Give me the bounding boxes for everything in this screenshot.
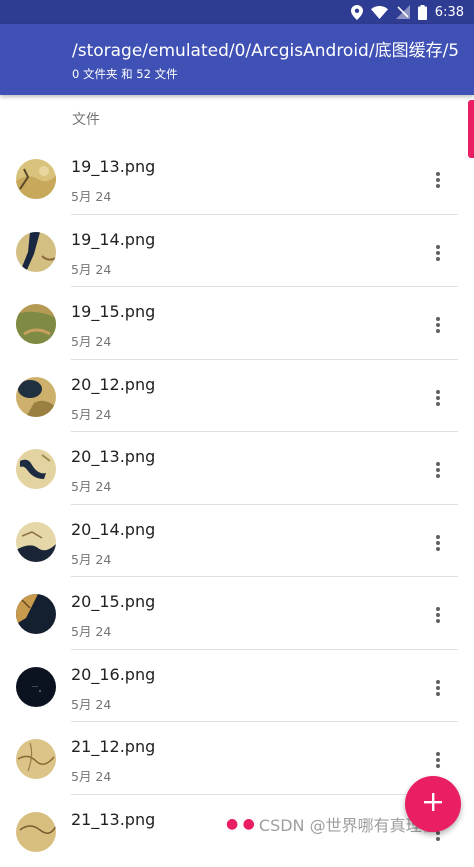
file-date: 5月 24	[71, 331, 111, 350]
file-date: 5月 24	[71, 186, 111, 205]
file-list-item[interactable]: 21_12.png 5月 24	[0, 722, 474, 795]
map-tile-thumbnail	[16, 594, 56, 634]
file-date: 5月 24	[71, 259, 111, 278]
file-date: 5月 24	[71, 549, 111, 568]
file-list-item[interactable]: 20_14.png 5月 24	[0, 505, 474, 578]
file-name: 21_13.png	[71, 810, 155, 829]
no-signal-icon	[396, 5, 410, 19]
file-name: 19_13.png	[71, 157, 155, 176]
more-vert-icon[interactable]	[424, 239, 452, 267]
more-vert-icon[interactable]	[424, 456, 452, 484]
file-list-item[interactable]: 20_12.png 5月 24	[0, 360, 474, 433]
current-path: /storage/emulated/0/ArcgisAndroid/底图缓存/5	[72, 36, 459, 61]
map-tile-thumbnail	[16, 232, 56, 272]
battery-icon	[418, 5, 427, 20]
more-vert-icon[interactable]	[424, 601, 452, 629]
file-name: 21_12.png	[71, 737, 155, 756]
more-vert-icon[interactable]	[424, 529, 452, 557]
file-list-item[interactable]: 20_16.png 5月 24	[0, 650, 474, 723]
file-list: 19_13.png 5月 24 19_14.png 5月 24 19_15.pn…	[0, 142, 474, 867]
file-date: 5月 24	[71, 621, 111, 640]
file-date: 5月 24	[71, 766, 111, 785]
more-vert-icon[interactable]	[424, 674, 452, 702]
status-bar: 6:38	[0, 0, 474, 24]
file-name: 20_16.png	[71, 665, 155, 684]
map-tile-thumbnail	[16, 739, 56, 779]
file-date: 5月 24	[71, 476, 111, 495]
file-name: 20_14.png	[71, 520, 155, 539]
location-icon	[351, 5, 363, 20]
folder-file-count: 0 文件夹 和 52 文件	[72, 66, 178, 82]
file-list-item[interactable]: 20_13.png 5月 24	[0, 432, 474, 505]
app-bar: /storage/emulated/0/ArcgisAndroid/底图缓存/5…	[0, 24, 474, 95]
file-name: 20_12.png	[71, 375, 155, 394]
map-tile-thumbnail	[16, 377, 56, 417]
more-vert-icon[interactable]	[424, 384, 452, 412]
file-name: 20_13.png	[71, 447, 155, 466]
map-tile-thumbnail	[16, 522, 56, 562]
map-tile-thumbnail	[16, 812, 56, 852]
file-name: 19_15.png	[71, 302, 155, 321]
status-time: 6:38	[435, 5, 464, 20]
wifi-icon	[371, 6, 388, 19]
csdn-watermark: ● ● CSDN @世界哪有真理在	[226, 812, 438, 836]
more-vert-icon[interactable]	[424, 311, 452, 339]
map-tile-thumbnail	[16, 304, 56, 344]
add-fab-button[interactable]	[405, 776, 461, 832]
file-name: 20_15.png	[71, 592, 155, 611]
file-list-item[interactable]: 19_14.png 5月 24	[0, 215, 474, 288]
more-vert-icon[interactable]	[424, 166, 452, 194]
section-header-files: 文件	[72, 109, 100, 129]
file-list-item[interactable]: 19_15.png 5月 24	[0, 287, 474, 360]
file-list-item[interactable]: 19_13.png 5月 24	[0, 142, 474, 215]
file-date: 5月 24	[71, 404, 111, 423]
file-name: 19_14.png	[71, 230, 155, 249]
file-date: 5月 24	[71, 694, 111, 713]
watermark-dots-icon: ● ●	[226, 816, 255, 832]
file-list-item[interactable]: 20_15.png 5月 24	[0, 577, 474, 650]
more-vert-icon[interactable]	[424, 746, 452, 774]
map-tile-thumbnail	[16, 159, 56, 199]
map-tile-thumbnail	[16, 667, 56, 707]
map-tile-thumbnail	[16, 449, 56, 489]
plus-icon	[424, 793, 442, 815]
